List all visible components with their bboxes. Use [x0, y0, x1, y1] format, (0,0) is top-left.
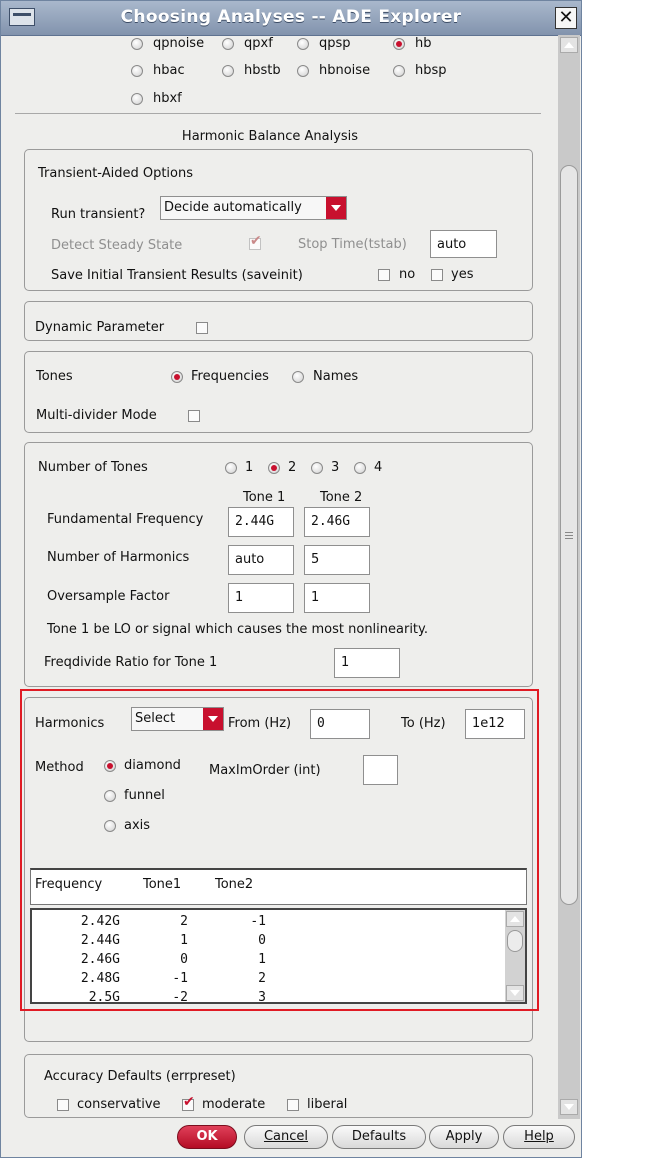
number-of-harmonics-label: Number of Harmonics — [47, 550, 190, 565]
tone-count-option: 2 — [288, 460, 297, 475]
oversample-factor-label: Oversample Factor — [47, 589, 170, 604]
dynamic-parameter-label: Dynamic Parameter — [35, 320, 165, 335]
cancel-button[interactable]: Cancel — [244, 1125, 328, 1149]
help-button[interactable]: Help — [503, 1125, 575, 1149]
accuracy-label: Accuracy Defaults (errpreset) — [44, 1069, 236, 1084]
radio-icon[interactable] — [393, 65, 405, 77]
analysis-label: hbac — [153, 63, 185, 78]
stop-time-label: Stop Time(tstab) — [298, 237, 407, 252]
oversample-tone2-input[interactable]: 1 — [304, 583, 370, 613]
detect-steady-state-checkbox[interactable] — [249, 233, 262, 250]
radio-icon[interactable] — [222, 38, 234, 50]
radio-icon[interactable] — [297, 38, 309, 50]
dropdown-value: Decide automatically — [164, 200, 302, 215]
radio-icon[interactable] — [354, 462, 366, 474]
harmonics-tone2-input[interactable]: 5 — [304, 545, 370, 575]
dynamic-parameter-frame: Dynamic Parameter — [24, 301, 533, 341]
oversample-tone1-input[interactable]: 1 — [228, 583, 294, 613]
window-title: Choosing Analyses -- ADE Explorer — [120, 7, 462, 27]
analysis-label: hbsp — [415, 63, 447, 78]
accuracy-option: moderate — [202, 1097, 266, 1112]
divider — [15, 113, 541, 114]
freqdivide-label: Freqdivide Ratio for Tone 1 — [44, 655, 218, 670]
fundamental-frequency-tone1-input[interactable]: 2.44G — [228, 507, 294, 537]
saveinit-yes-label: yes — [451, 267, 474, 282]
tone1-header: Tone 1 — [243, 490, 286, 505]
ok-button[interactable]: OK — [177, 1125, 237, 1149]
run-transient-dropdown[interactable]: Decide automatically — [160, 196, 347, 220]
grip-icon — [565, 532, 573, 533]
accuracy-option: liberal — [307, 1097, 348, 1112]
defaults-button[interactable]: Defaults — [332, 1125, 426, 1149]
radio-selected-icon[interactable] — [171, 371, 183, 383]
analysis-label: hbnoise — [319, 63, 371, 78]
dynamic-parameter-checkbox[interactable] — [196, 322, 208, 334]
saveinit-label: Save Initial Transient Results (saveinit… — [51, 268, 303, 283]
title-bar[interactable]: Choosing Analyses -- ADE Explorer ✕ — [1, 1, 581, 36]
radio-icon[interactable] — [131, 38, 143, 50]
radio-icon[interactable] — [297, 65, 309, 77]
accuracy-liberal-checkbox[interactable] — [287, 1099, 299, 1111]
chevron-down-icon[interactable] — [326, 197, 346, 219]
radio-selected-icon[interactable] — [268, 462, 280, 474]
analysis-label: hbstb — [244, 63, 281, 78]
harmonics-tone1-input[interactable]: auto — [228, 545, 294, 575]
fundamental-frequency-label: Fundamental Frequency — [47, 512, 204, 527]
close-button[interactable]: ✕ — [555, 7, 577, 29]
stop-time-input[interactable]: auto — [430, 230, 497, 258]
tones-names-label: Names — [313, 369, 359, 384]
tone2-header: Tone 2 — [320, 490, 363, 505]
analysis-label: qpxf — [244, 36, 273, 51]
tones-frame: Tones Frequencies Names Multi-divider Mo… — [24, 351, 533, 433]
tones-label: Tones — [36, 369, 73, 384]
apply-button[interactable]: Apply — [429, 1125, 499, 1149]
saveinit-yes-checkbox[interactable] — [431, 269, 443, 281]
tone-count-option: 1 — [245, 460, 254, 475]
scroll-down-button[interactable] — [560, 1099, 578, 1115]
fundamental-frequency-tone2-input[interactable]: 2.46G — [304, 507, 370, 537]
accuracy-conservative-checkbox[interactable] — [57, 1099, 69, 1111]
analysis-dialog: Choosing Analyses -- ADE Explorer ✕ qpno… — [0, 0, 582, 1158]
radio-icon[interactable] — [131, 65, 143, 77]
main-scrollbar[interactable] — [558, 35, 580, 1119]
section-title: Harmonic Balance Analysis — [181, 129, 359, 144]
multidivider-label: Multi-divider Mode — [36, 408, 157, 423]
highlight-box — [20, 689, 539, 1011]
freqdivide-input[interactable]: 1 — [334, 648, 400, 678]
analysis-label: hbxf — [153, 91, 182, 106]
accuracy-moderate-checkbox[interactable] — [182, 1094, 195, 1111]
radio-icon[interactable] — [222, 65, 234, 77]
radio-icon[interactable] — [292, 371, 304, 383]
radio-selected-icon[interactable] — [393, 38, 405, 50]
analysis-label: qpsp — [319, 36, 351, 51]
scroll-up-button[interactable] — [560, 37, 578, 53]
tone-count-option: 3 — [331, 460, 340, 475]
help-label: Help — [524, 1129, 554, 1144]
tone-setup-frame: Number of Tones 1 2 3 4 Tone 1 Tone 2 Fu… — [24, 442, 533, 687]
radio-icon[interactable] — [131, 93, 143, 105]
accuracy-option: conservative — [77, 1097, 161, 1112]
number-of-tones-label: Number of Tones — [38, 460, 148, 475]
transient-options-frame: Transient-Aided Options Run transient? D… — [24, 149, 533, 291]
accuracy-frame: Accuracy Defaults (errpreset) conservati… — [24, 1054, 533, 1118]
tone-count-option: 4 — [374, 460, 383, 475]
tones-frequencies-label: Frequencies — [191, 369, 269, 384]
transient-heading: Transient-Aided Options — [38, 166, 194, 181]
run-transient-label: Run transient? — [51, 207, 146, 222]
multidivider-checkbox[interactable] — [188, 410, 200, 422]
analysis-label: qpnoise — [153, 36, 205, 51]
saveinit-no-label: no — [399, 267, 416, 282]
saveinit-no-checkbox[interactable] — [378, 269, 390, 281]
analysis-label: hb — [415, 36, 432, 51]
tone-note: Tone 1 be LO or signal which causes the … — [47, 622, 429, 637]
detect-steady-state-label: Detect Steady State — [51, 238, 183, 253]
scroll-thumb[interactable] — [560, 165, 578, 905]
radio-icon[interactable] — [311, 462, 323, 474]
cancel-label: Cancel — [263, 1129, 309, 1144]
radio-icon[interactable] — [225, 462, 237, 474]
